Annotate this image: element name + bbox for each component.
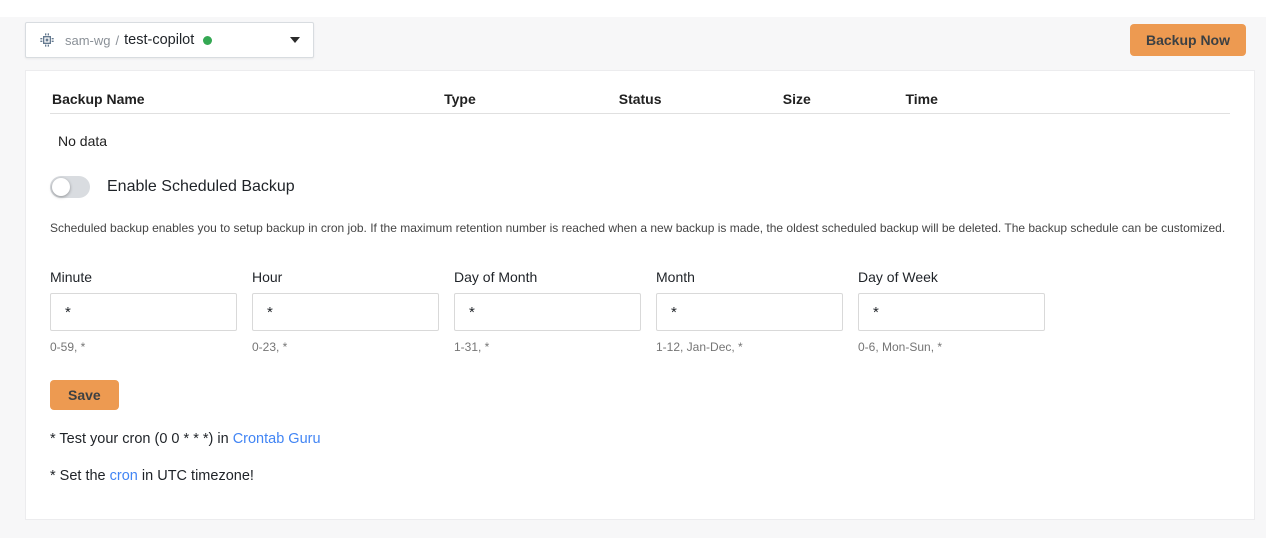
cron-day-of-month-input[interactable] [454, 293, 641, 331]
cron-hour-label: Hour [252, 269, 439, 285]
top-toolbar: sam-wg / test-copilot Backup Now [25, 22, 1246, 58]
status-dot [203, 36, 212, 45]
workspace-name: test-copilot [124, 32, 194, 48]
cron-link[interactable]: cron [110, 468, 138, 484]
cron-hour-hint: 0-23, * [252, 340, 439, 354]
workspace-selector[interactable]: sam-wg / test-copilot [25, 22, 314, 58]
backup-panel: Backup Name Type Status Size Time No dat… [25, 70, 1255, 520]
cron-field-day-of-week: Day of Week 0-6, Mon-Sun, * [858, 269, 1045, 354]
page-background: sam-wg / test-copilot Backup Now Backup … [0, 17, 1266, 538]
crontab-guru-link[interactable]: Crontab Guru [233, 431, 321, 447]
cron-test-note: * Test your cron (0 0 * * *) in Crontab … [50, 431, 1230, 447]
cron-field-month: Month 1-12, Jan-Dec, * [656, 269, 843, 354]
cron-day-of-month-hint: 1-31, * [454, 340, 641, 354]
column-header-size: Size [783, 91, 906, 107]
save-button[interactable]: Save [50, 380, 119, 410]
schedule-description: Scheduled backup enables you to setup ba… [50, 221, 1230, 235]
cron-field-minute: Minute 0-59, * [50, 269, 237, 354]
cron-day-of-week-input[interactable] [858, 293, 1045, 331]
toggle-knob [52, 178, 70, 196]
cron-minute-input[interactable] [50, 293, 237, 331]
column-header-type: Type [444, 91, 619, 107]
table-header-row: Backup Name Type Status Size Time [50, 71, 1230, 107]
utc-timezone-note: * Set the cron in UTC timezone! [50, 468, 1230, 484]
utc-note-suffix: in UTC timezone! [138, 468, 254, 484]
cron-month-input[interactable] [656, 293, 843, 331]
cron-day-of-week-label: Day of Week [858, 269, 1045, 285]
cron-grid: Minute 0-59, * Hour 0-23, * Day of Month… [50, 269, 1230, 354]
cron-month-label: Month [656, 269, 843, 285]
table-empty-state: No data [50, 114, 1230, 149]
enable-scheduled-backup-toggle[interactable] [50, 176, 90, 198]
cron-month-hint: 1-12, Jan-Dec, * [656, 340, 843, 354]
cron-minute-label: Minute [50, 269, 237, 285]
workspace-separator: / [116, 33, 120, 48]
cron-field-day-of-month: Day of Month 1-31, * [454, 269, 641, 354]
column-header-status: Status [619, 91, 783, 107]
utc-note-prefix: * Set the [50, 468, 110, 484]
cron-field-hour: Hour 0-23, * [252, 269, 439, 354]
toggle-label: Enable Scheduled Backup [107, 178, 295, 196]
toggle-row: Enable Scheduled Backup [50, 176, 1230, 198]
column-header-backup-name: Backup Name [50, 91, 444, 107]
backup-now-button[interactable]: Backup Now [1130, 24, 1246, 56]
cron-minute-hint: 0-59, * [50, 340, 237, 354]
cron-hour-input[interactable] [252, 293, 439, 331]
cron-test-note-prefix: * Test your cron (0 0 * * *) in [50, 431, 233, 447]
workspace-org: sam-wg [65, 33, 111, 48]
chip-icon [39, 32, 55, 48]
column-header-time: Time [905, 91, 1230, 107]
chevron-down-icon [290, 37, 300, 43]
cron-day-of-month-label: Day of Month [454, 269, 641, 285]
cron-day-of-week-hint: 0-6, Mon-Sun, * [858, 340, 1045, 354]
